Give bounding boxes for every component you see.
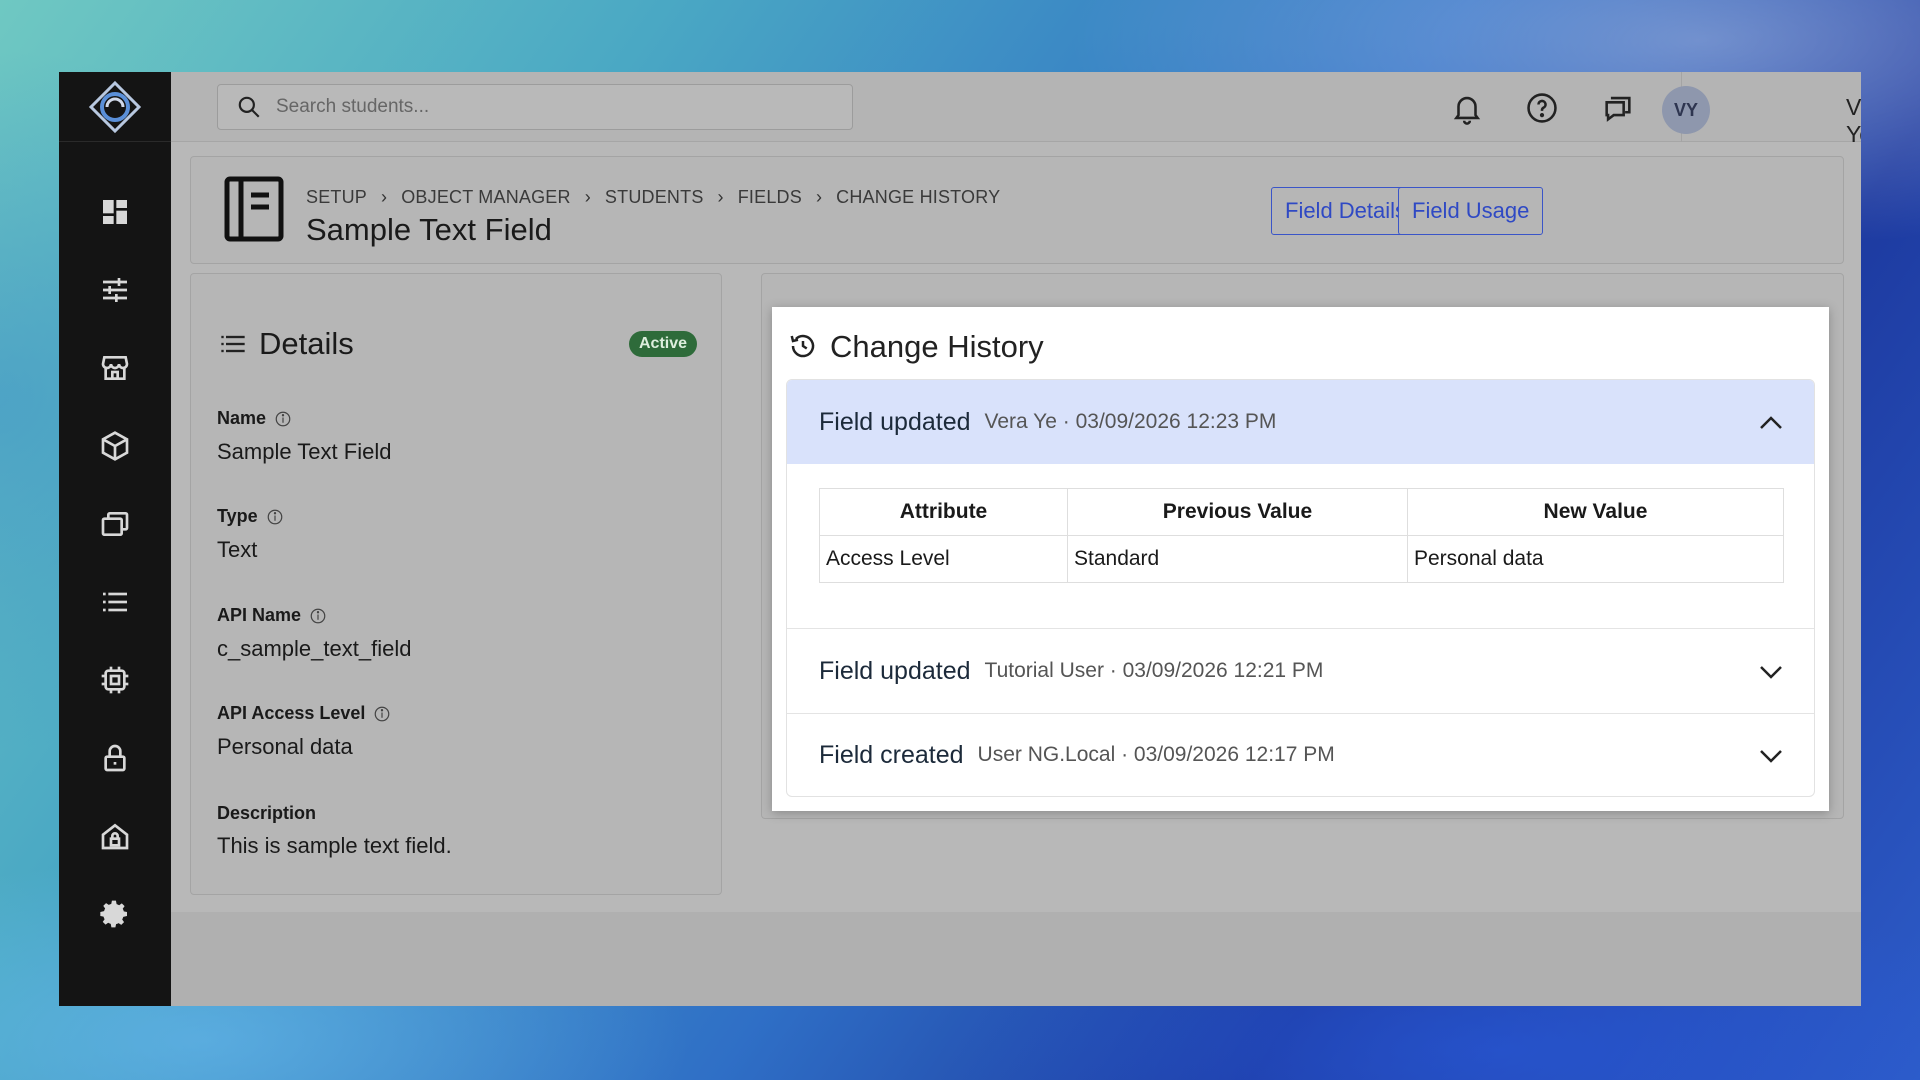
sidebar-item-security[interactable]	[59, 730, 171, 786]
breadcrumb-fields[interactable]: FIELDS	[738, 187, 802, 208]
label-text: Name	[217, 408, 267, 428]
cube-icon	[101, 431, 129, 461]
event-meta: Tutorial User · 03/09/2026 12:21 PM	[984, 659, 1324, 682]
gear-icon	[100, 900, 127, 928]
messages-button[interactable]	[1598, 88, 1638, 128]
app-logo[interactable]	[59, 72, 171, 142]
field-value-api-name: c_sample_text_field	[217, 636, 412, 661]
label-text: API Access Level	[217, 703, 366, 723]
history-title: Change History	[830, 329, 1044, 364]
chip-icon	[101, 666, 129, 694]
field-label-type: Type	[217, 506, 284, 527]
info-icon[interactable]	[309, 607, 327, 625]
field-value-description: This is sample text field.	[217, 833, 452, 858]
column-header-previous: Previous Value	[1067, 488, 1408, 536]
dashboard-icon	[103, 200, 127, 224]
sidebar-item-access[interactable]	[59, 808, 171, 864]
bell-icon	[1453, 96, 1481, 125]
changes-table: Attribute Previous Value New Value Acces…	[819, 488, 1784, 583]
user-name[interactable]: Vera Ye	[1846, 94, 1861, 148]
breadcrumb-students[interactable]: STUDENTS	[605, 187, 704, 208]
sidebar-item-settings[interactable]	[59, 886, 171, 942]
chevron-up-icon[interactable]	[1756, 408, 1786, 438]
logo-icon	[88, 80, 142, 133]
chat-icon	[1605, 96, 1631, 122]
chevron-right-icon: ›	[584, 187, 591, 207]
page-header: SETUP › OBJECT MANAGER › STUDENTS › FIEL…	[190, 156, 1844, 264]
history-entry-3[interactable]: Field created User NG.Local · 03/09/2026…	[787, 713, 1814, 796]
history-entry-1[interactable]: Field updated Vera Ye · 03/09/2026 12:23…	[787, 380, 1814, 464]
info-icon[interactable]	[266, 508, 284, 526]
label-text: Description	[217, 803, 317, 823]
field-label-api-name: API Name	[217, 605, 327, 626]
details-title: Details	[259, 326, 354, 361]
sidebar	[59, 72, 171, 1006]
history-icon	[790, 334, 815, 358]
history-accordion: Field updated Vera Ye · 03/09/2026 12:23…	[786, 379, 1815, 797]
help-button[interactable]	[1522, 88, 1562, 128]
search-box[interactable]	[217, 84, 853, 130]
field-label-name: Name	[217, 408, 292, 429]
status-badge: Active	[629, 331, 698, 357]
sidebar-item-layouts[interactable]	[59, 496, 171, 552]
help-icon	[1527, 93, 1557, 123]
sidebar-item-integrations[interactable]	[59, 652, 171, 708]
chevron-right-icon: ›	[815, 187, 823, 207]
sliders-icon	[103, 278, 127, 302]
breadcrumb-setup[interactable]: SETUP	[306, 187, 367, 208]
details-card: Details Active Name Sample Text Field Ty…	[190, 273, 722, 895]
field-value-api-access-level: Personal data	[217, 734, 353, 759]
windows-icon	[101, 512, 129, 536]
label-text: Type	[217, 506, 258, 526]
avatar[interactable]: VY	[1662, 86, 1710, 134]
event-meta: Vera Ye · 03/09/2026 12:23 PM	[984, 410, 1277, 433]
store-icon	[101, 356, 129, 380]
cell-new-value: Personal data	[1407, 535, 1784, 583]
chevron-right-icon: ›	[717, 187, 724, 207]
search-input[interactable]	[276, 96, 836, 118]
table-header-row: Attribute Previous Value New Value	[819, 488, 1784, 536]
page-title: Sample Text Field	[306, 212, 552, 247]
event-meta: User NG.Local · 03/09/2026 12:17 PM	[977, 743, 1335, 766]
chevron-down-icon[interactable]	[1756, 741, 1786, 771]
sidebar-item-lists[interactable]	[59, 574, 171, 630]
notifications-button[interactable]	[1447, 88, 1487, 128]
chevron-down-icon[interactable]	[1756, 657, 1786, 687]
field-label-description: Description	[217, 803, 316, 824]
event-title: Field updated	[819, 656, 971, 685]
field-value-type: Text	[217, 537, 258, 562]
event-title: Field updated	[819, 407, 971, 436]
sidebar-item-objects[interactable]	[59, 418, 171, 474]
search-icon	[238, 96, 260, 118]
cell-previous-value: Standard	[1067, 535, 1408, 583]
breadcrumb: SETUP › OBJECT MANAGER › STUDENTS › FIEL…	[306, 187, 1000, 208]
sidebar-item-store[interactable]	[59, 340, 171, 396]
list-icon	[221, 335, 245, 353]
top-bar: VY Vera Ye	[171, 72, 1861, 147]
info-icon[interactable]	[274, 410, 292, 428]
change-history-panel: Change History Field updated Vera Ye · 0…	[772, 307, 1829, 811]
breadcrumb-object-manager[interactable]: OBJECT MANAGER	[401, 187, 571, 208]
table-row: Access Level Standard Personal data	[819, 535, 1784, 583]
breadcrumb-change-history: CHANGE HISTORY	[836, 187, 1001, 207]
event-title: Field created	[819, 740, 964, 769]
sidebar-item-settings-sliders[interactable]	[59, 262, 171, 318]
list-icon	[103, 592, 127, 612]
cell-attribute: Access Level	[819, 535, 1068, 583]
sidebar-item-dashboard[interactable]	[59, 184, 171, 240]
field-label-api-access-level: API Access Level	[217, 703, 391, 724]
home-lock-icon	[101, 823, 129, 850]
info-icon[interactable]	[373, 705, 391, 723]
document-icon	[224, 176, 284, 242]
content-footer-area	[171, 912, 1861, 1006]
lock-icon	[104, 744, 126, 772]
history-entry-2[interactable]: Field updated Tutorial User · 03/09/2026…	[787, 629, 1814, 713]
field-value-name: Sample Text Field	[217, 439, 392, 464]
field-usage-button[interactable]: Field Usage	[1398, 187, 1544, 235]
column-header-new: New Value	[1407, 488, 1784, 536]
app-window: VY Vera Ye SETUP › OBJECT MANAGER › STUD…	[59, 72, 1861, 1006]
column-header-attribute: Attribute	[819, 488, 1068, 536]
chevron-right-icon: ›	[381, 187, 388, 207]
label-text: API Name	[217, 605, 302, 625]
